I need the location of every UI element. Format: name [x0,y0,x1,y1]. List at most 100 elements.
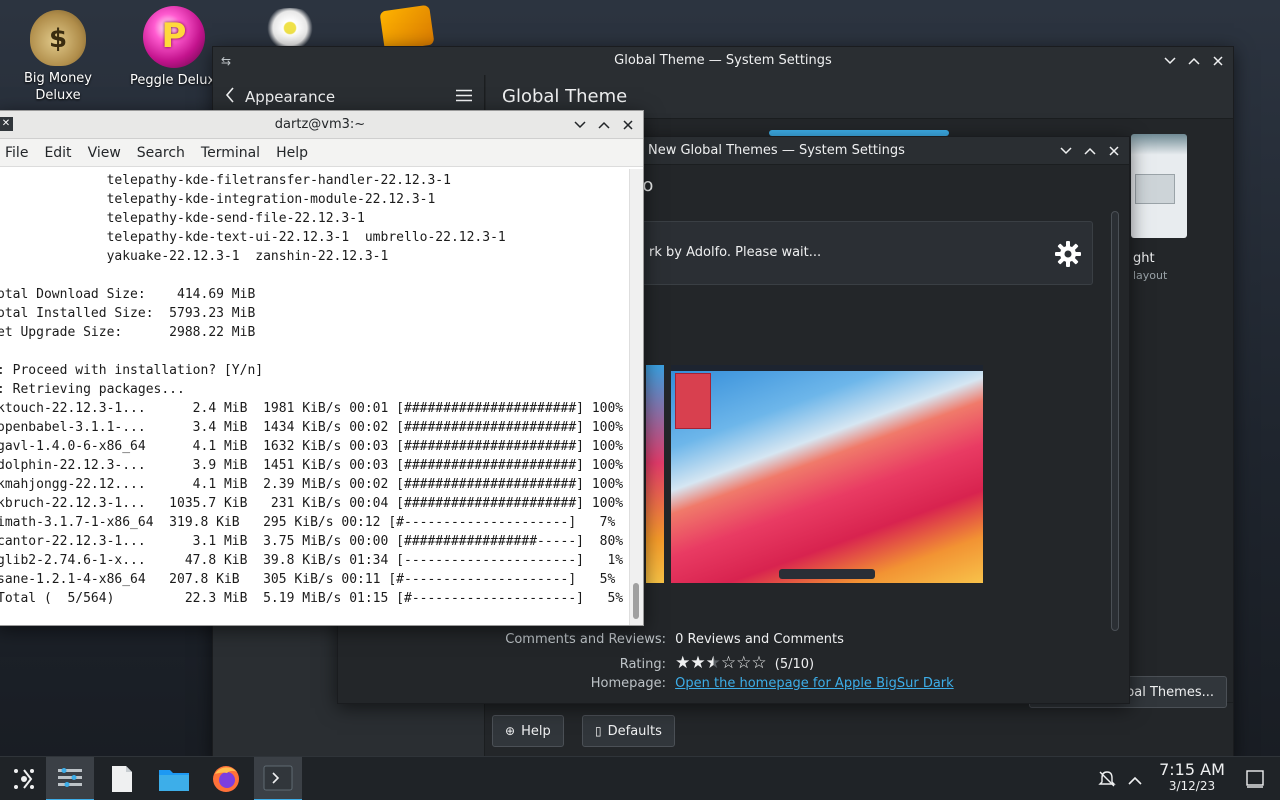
notifications-icon[interactable] [1098,770,1116,792]
terminal-scrollbar[interactable] [629,169,643,625]
terminal-line: gavl-1.4.0-6-x86_64 4.1 MiB 1632 KiB/s 0… [0,439,624,454]
maximize-icon[interactable] [1083,144,1097,158]
task-file-manager[interactable] [150,757,198,800]
desktop-icon-big-money[interactable]: $ Big Money Deluxe [10,10,106,104]
comments-label: Comments and Reviews: [505,632,666,647]
dialog-title: New Global Themes — System Settings [648,143,905,158]
terminal-line: telepathy-kde-send-file-22.12.3-1 [0,211,365,226]
minimize-icon[interactable] [1163,54,1177,68]
homepage-link[interactable]: Open the homepage for Apple BigSur Dark [675,676,954,691]
menu-view[interactable]: View [80,145,129,161]
terminal-line: openbabel-3.1.1-... 3.4 MiB 1434 KiB/s 0… [0,420,624,435]
theme-screenshot[interactable] [671,365,983,583]
terminal-line: et Upgrade Size: 2988.22 MiB [0,325,256,340]
help-icon: ⊕ [505,724,516,738]
document-icon: ▯ [595,724,602,738]
homepage-label: Homepage: [590,676,666,691]
terminal-line: : Proceed with installation? [Y/n] [0,363,264,378]
system-tray-expand-icon[interactable] [1128,771,1142,790]
dialog-scrollbar[interactable] [1111,211,1119,631]
rating-row: Rating: ★★★☆☆☆ (5/10) [338,653,1131,673]
task-firefox[interactable] [202,757,250,800]
task-system-settings[interactable] [46,757,94,800]
window-menu-icon[interactable]: ⇆ [221,47,231,75]
application-launcher[interactable] [0,757,48,800]
terminal-line: dolphin-22.12.3-... 3.9 MiB 1451 KiB/s 0… [0,458,624,473]
help-button-label: Help [521,723,551,739]
konsole-title: dartz@vm3:~ [274,117,366,132]
close-icon[interactable] [1211,54,1225,68]
launcher-icon [14,769,34,789]
clock-date: 3/12/23 [1168,779,1216,793]
konsole-titlebar[interactable]: ✕ dartz@vm3:~ [0,111,643,139]
konsole-app-icon[interactable]: ✕ [0,117,13,131]
puzzle-game-icon[interactable] [379,4,435,52]
comments-row: Comments and Reviews: 0 Reviews and Comm… [338,632,1131,647]
homepage-row: Homepage: Open the homepage for Apple Bi… [338,676,1131,691]
terminal-line: : Retrieving packages... [0,382,185,397]
terminal-line: otal Installed Size: 5793.23 MiB [0,306,256,321]
money-bag-icon: $ [30,10,86,66]
preview-dock [779,569,875,579]
menu-terminal[interactable]: Terminal [193,145,268,161]
terminal-line: glib2-2.74.6-1-x... 47.8 KiB 39.8 KiB/s … [0,553,624,568]
theme-screenshot-partial[interactable] [646,365,664,583]
menu-help[interactable]: Help [268,145,316,161]
preview-menu [675,373,711,429]
digital-clock[interactable]: 7:15 AM 3/12/23 [1152,760,1232,794]
hamburger-menu-icon[interactable] [456,88,472,106]
flower-game-icon[interactable] [258,8,322,48]
theme-card-preview[interactable] [1131,134,1187,238]
desktop-icon-label: Big Money Deluxe [23,71,92,103]
defaults-button[interactable]: ▯ Defaults [582,715,675,747]
menu-search[interactable]: Search [129,145,193,161]
help-button[interactable]: ⊕ Help [492,715,564,747]
system-settings-titlebar[interactable]: ⇆ Global Theme — System Settings [213,47,1233,75]
close-icon[interactable] [621,118,635,132]
terminal-output[interactable]: telepathy-kde-filetransfer-handler-22.12… [0,169,629,625]
sidebar-title: Appearance [245,87,336,106]
clock-time: 7:15 AM [1159,760,1225,779]
terminal-line: kmahjongg-22.12.... 4.1 MiB 2.39 MiB/s 0… [0,477,624,492]
preview-menubar [671,365,983,371]
terminal-scrollbar-thumb[interactable] [633,583,639,619]
system-settings-icon [58,768,82,787]
terminal-line: yakuake-22.12.3-1 zanshin-22.12.3-1 [0,249,389,264]
terminal-line: kbruch-22.12.3-1... 1035.7 KiB 231 KiB/s… [0,496,624,511]
folder-icon [159,770,189,791]
comments-value: 0 Reviews and Comments [675,632,844,647]
menu-file[interactable]: File [0,145,36,161]
gear-icon[interactable] [1054,240,1082,272]
defaults-button-label: Defaults [607,723,662,739]
star-half-icon: ★ [705,653,721,673]
star-full-icon: ★ [690,653,706,673]
terminal-line: ktouch-22.12.3-1... 2.4 MiB 1981 KiB/s 0… [0,401,624,416]
back-icon[interactable] [225,86,235,107]
install-status-message: rk by Adolfo. Please wait... [649,245,822,260]
theme-card-label: ght [1133,251,1155,266]
terminal-line: telepathy-kde-integration-module-22.12.3… [0,192,436,207]
terminal-line: Total ( 5/564) 22.3 MiB 5.19 MiB/s 01:15… [0,591,624,606]
taskbar: 7:15 AM 3/12/23 [0,756,1280,800]
task-text-editor[interactable] [98,757,146,800]
star-empty-icon: ☆ [720,653,737,673]
task-konsole[interactable] [254,757,302,800]
rating-value: (5/10) [774,657,815,672]
desktop-icon-peggle[interactable]: P Peggle Deluxe [126,6,223,89]
desktop-icon-label: Peggle Deluxe [130,73,223,88]
maximize-icon[interactable] [597,118,611,132]
close-icon[interactable] [1107,144,1121,158]
minimize-icon[interactable] [1059,144,1073,158]
minimize-icon[interactable] [573,118,587,132]
show-desktop-icon[interactable] [1246,770,1264,792]
terminal-icon [263,765,293,791]
maximize-icon[interactable] [1187,54,1201,68]
rating-label: Rating: [619,657,666,672]
terminal-line: cantor-22.12.3-1... 3.1 MiB 3.75 MiB/s 0… [0,534,624,549]
firefox-icon [213,766,239,792]
menu-edit[interactable]: Edit [36,145,79,161]
star-empty-icon: ☆ [736,653,752,673]
get-new-themes-label: obal Themes... [1118,684,1214,700]
